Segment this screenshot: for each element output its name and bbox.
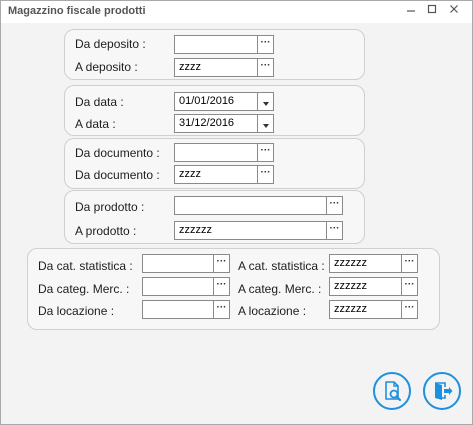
locazione-to-browse-button[interactable]: ··· xyxy=(402,300,418,319)
chevron-down-icon xyxy=(262,102,269,106)
locazione-to-label: A locazione : xyxy=(238,304,307,318)
deposito-to-field[interactable]: zzzz xyxy=(174,58,258,77)
locazione-to-field[interactable]: zzzzzz xyxy=(329,300,402,319)
window-title: Magazzino fiscale prodotti xyxy=(8,5,146,17)
exit-door-icon xyxy=(435,382,453,400)
cat-statistica-to-label: A cat. statistica : xyxy=(238,259,325,273)
minimize-icon[interactable] xyxy=(401,1,421,21)
prodotto-from-browse-button[interactable]: ··· xyxy=(327,196,343,215)
data-from-dropdown-button[interactable] xyxy=(258,92,274,111)
locazione-from-label: Da locazione : xyxy=(38,304,115,318)
data-to-dropdown-button[interactable] xyxy=(258,114,274,133)
categ-merc-from-label: Da categ. Merc. : xyxy=(38,282,130,296)
documento-to-field[interactable]: zzzz xyxy=(174,165,258,184)
documento-from-field[interactable] xyxy=(174,143,258,162)
documento-from-browse-button[interactable]: ··· xyxy=(258,143,274,162)
documento-to-label: Da documento : xyxy=(75,168,160,182)
prodotto-to-label: A prodotto : xyxy=(75,224,137,238)
deposito-from-browse-button[interactable]: ··· xyxy=(258,35,274,54)
categ-merc-from-browse-button[interactable]: ··· xyxy=(214,277,230,296)
chevron-down-icon xyxy=(262,124,269,128)
deposito-from-label: Da deposito : xyxy=(75,37,146,51)
data-to-field[interactable]: 31/12/2016 xyxy=(174,114,258,133)
deposito-from-field[interactable] xyxy=(174,35,258,54)
prodotto-to-browse-button[interactable]: ··· xyxy=(327,221,343,240)
document-search-icon xyxy=(385,381,402,402)
cat-statistica-to-field[interactable]: zzzzzz xyxy=(329,254,402,273)
title-bar: Magazzino fiscale prodotti xyxy=(1,1,472,23)
exit-button[interactable] xyxy=(423,372,461,410)
documento-from-label: Da documento : xyxy=(75,146,160,160)
deposito-to-label: A deposito : xyxy=(75,60,138,74)
cat-statistica-from-field[interactable] xyxy=(142,254,214,273)
maximize-icon[interactable] xyxy=(422,1,442,21)
documento-to-browse-button[interactable]: ··· xyxy=(258,165,274,184)
categ-merc-to-label: A categ. Merc. : xyxy=(238,282,322,296)
prodotto-from-label: Da prodotto : xyxy=(75,200,145,214)
deposito-to-browse-button[interactable]: ··· xyxy=(258,58,274,77)
categ-merc-to-field[interactable]: zzzzzz xyxy=(329,277,402,296)
preview-button[interactable] xyxy=(373,372,411,410)
data-from-label: Da data : xyxy=(75,95,124,109)
categ-merc-from-field[interactable] xyxy=(142,277,214,296)
cat-statistica-from-label: Da cat. statistica : xyxy=(38,259,133,273)
cat-statistica-from-browse-button[interactable]: ··· xyxy=(214,254,230,273)
data-from-field[interactable]: 01/01/2016 xyxy=(174,92,258,111)
locazione-from-browse-button[interactable]: ··· xyxy=(214,300,230,319)
report-window: Magazzino fiscale prodotti Da deposito :… xyxy=(0,0,473,425)
prodotto-from-field[interactable] xyxy=(174,196,327,215)
categ-merc-to-browse-button[interactable]: ··· xyxy=(402,277,418,296)
data-to-label: A data : xyxy=(75,117,116,131)
prodotto-to-field[interactable]: zzzzzz xyxy=(174,221,327,240)
close-icon[interactable] xyxy=(444,1,464,21)
locazione-from-field[interactable] xyxy=(142,300,214,319)
cat-statistica-to-browse-button[interactable]: ··· xyxy=(402,254,418,273)
